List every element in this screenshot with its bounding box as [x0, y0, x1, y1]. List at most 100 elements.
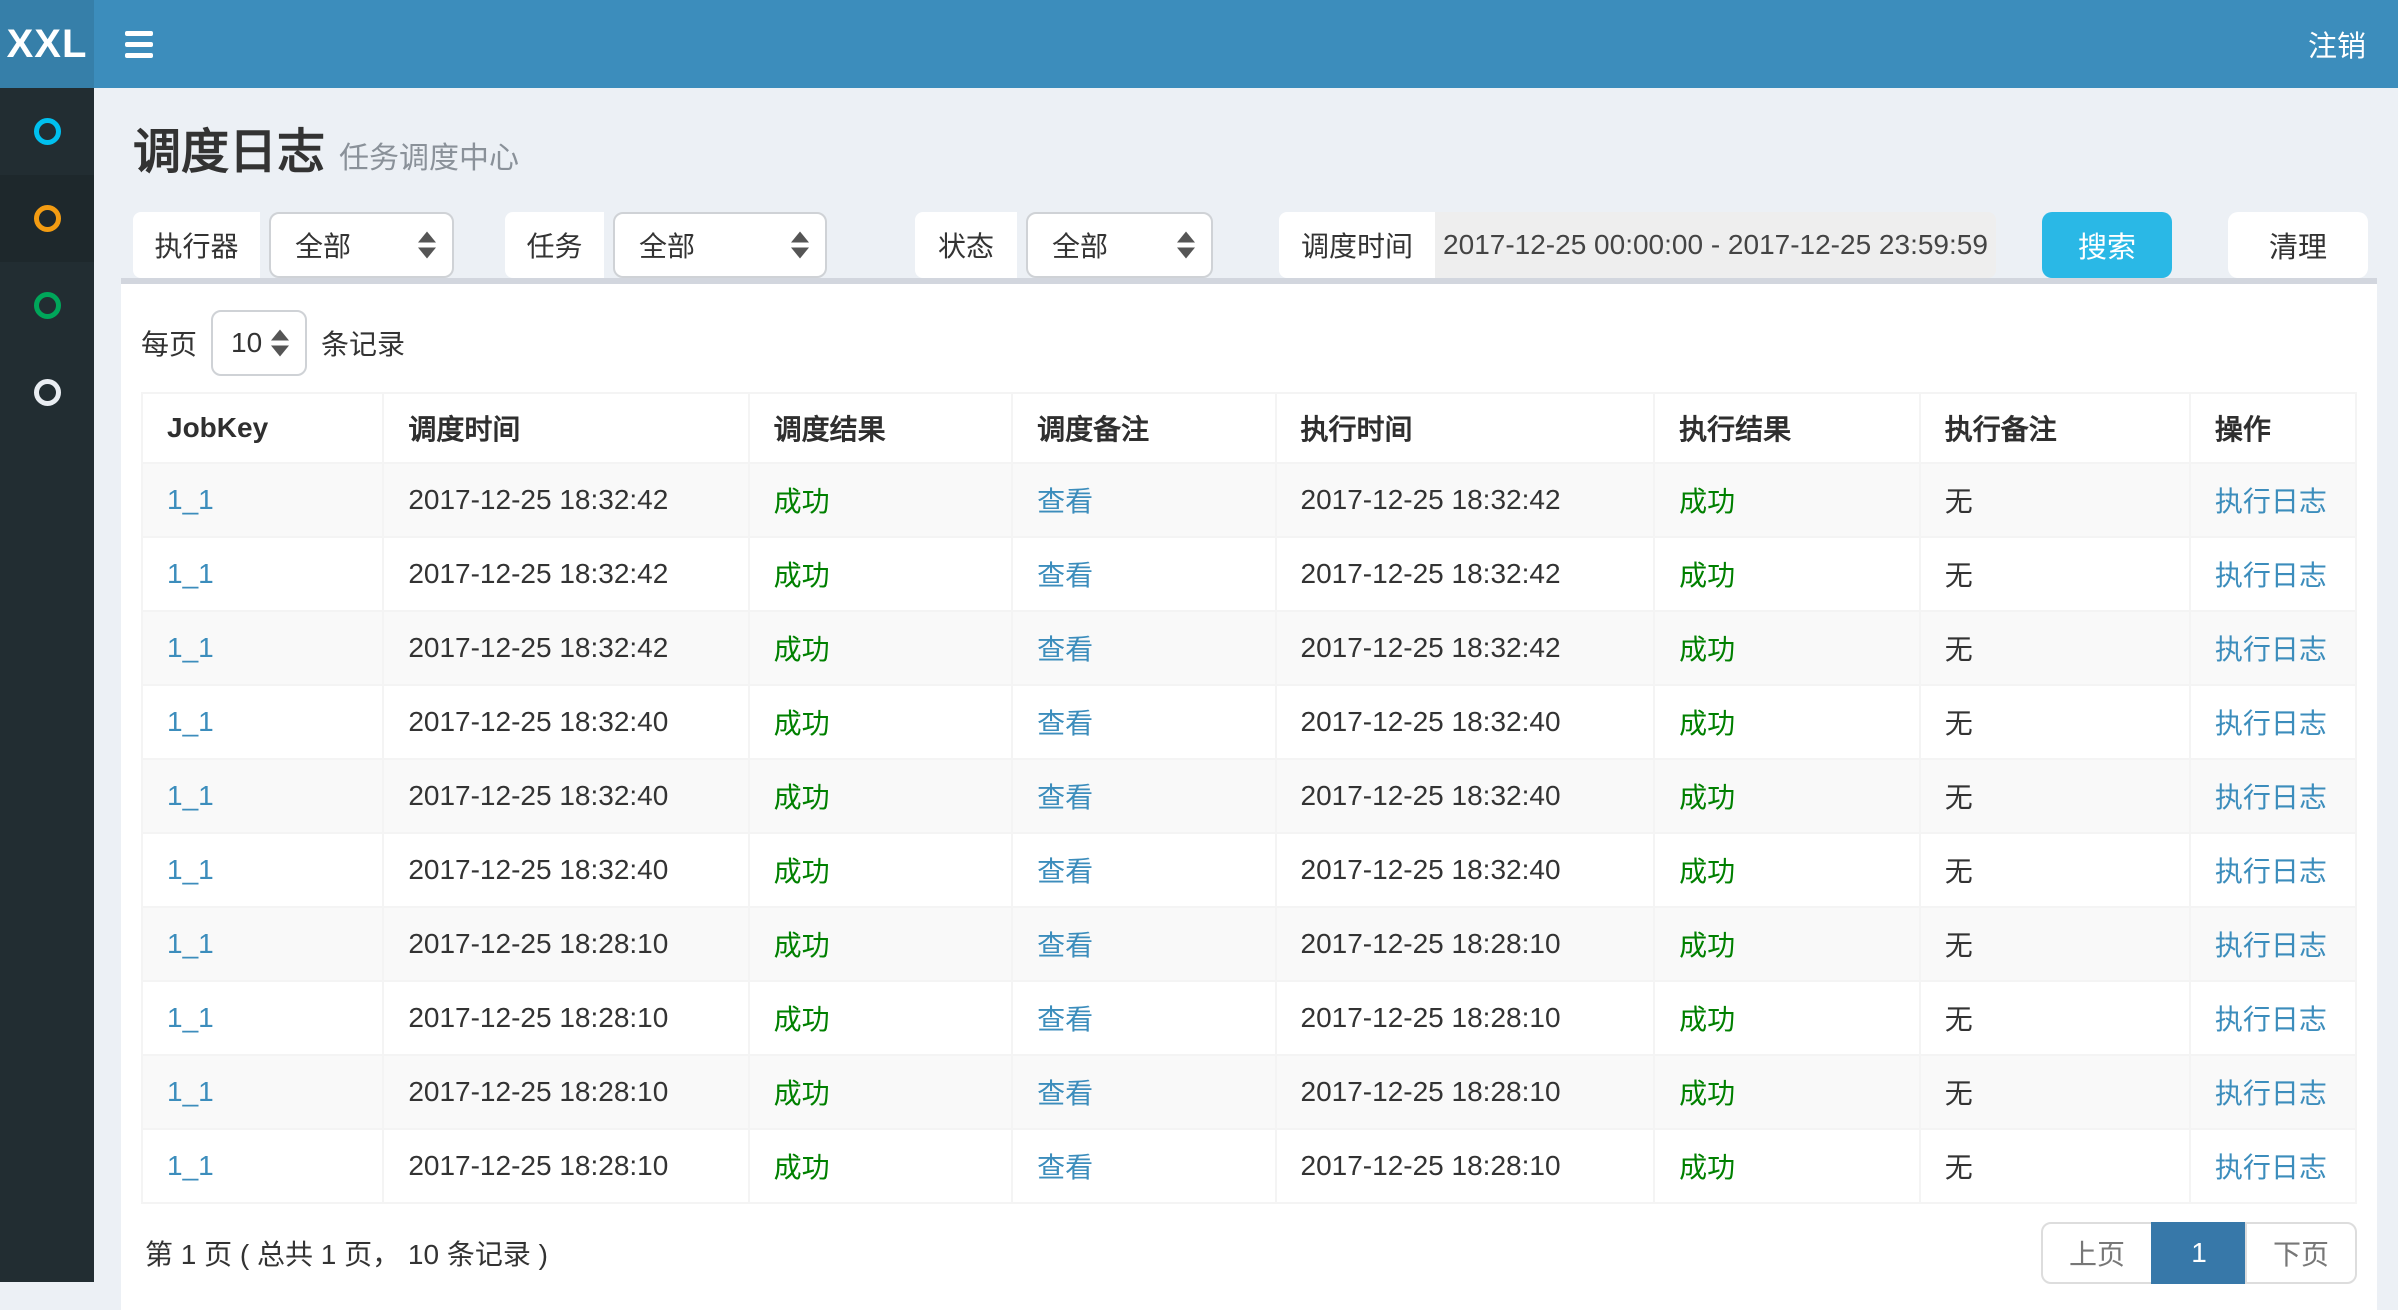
trigger-remark-view-link[interactable]: 查看	[1037, 486, 1093, 517]
jobkey-link[interactable]: 1_1	[167, 558, 214, 589]
execution-log-link[interactable]: 执行日志	[2215, 634, 2327, 665]
jobkey-link[interactable]: 1_1	[167, 1002, 214, 1033]
trigger-result-cell: 成功	[774, 782, 830, 813]
log-table-panel: 每页 10 条记录 JobKey调度时间调度结果调度备注执行时间执行结果执行备注…	[121, 278, 2377, 1310]
circle-icon	[34, 118, 61, 145]
execution-log-link[interactable]: 执行日志	[2215, 930, 2327, 961]
trigger-remark-view-link[interactable]: 查看	[1037, 856, 1093, 887]
executor-filter-label: 执行器	[133, 212, 260, 278]
handle-remark-cell: 无	[1945, 782, 1973, 813]
circle-icon	[34, 205, 61, 232]
sidebar-item-4[interactable]	[0, 349, 94, 436]
handle-result-cell: 成功	[1679, 1152, 1735, 1183]
execution-log-link[interactable]: 执行日志	[2215, 1152, 2327, 1183]
sidebar-item-1[interactable]	[0, 88, 94, 175]
page-size-prefix-label: 每页	[141, 323, 197, 363]
trigger-result-cell: 成功	[774, 1004, 830, 1035]
execution-log-link[interactable]: 执行日志	[2215, 486, 2327, 517]
pagination-summary: 第 1 页 ( 总共 1 页， 10 条记录 )	[141, 1233, 548, 1273]
select-arrows-icon	[418, 232, 436, 259]
select-arrows-icon	[271, 330, 289, 357]
jobkey-link[interactable]: 1_1	[167, 928, 214, 959]
sidebar-item-2[interactable]	[0, 175, 94, 262]
handle-result-cell: 成功	[1679, 560, 1735, 591]
current-page-button[interactable]: 1	[2151, 1222, 2247, 1284]
trigger-remark-view-link[interactable]: 查看	[1037, 634, 1093, 665]
handle-remark-cell: 无	[1945, 1004, 1973, 1035]
trigger-time-cell: 2017-12-25 18:32:42	[408, 558, 668, 589]
search-button[interactable]: 搜索	[2042, 212, 2172, 278]
execution-log-link[interactable]: 执行日志	[2215, 856, 2327, 887]
job-select[interactable]: 全部	[613, 212, 827, 278]
hamburger-icon	[125, 31, 153, 36]
sidebar	[0, 88, 94, 1282]
next-page-button[interactable]: 下页	[2245, 1222, 2357, 1284]
app-logo[interactable]: XXL	[0, 0, 94, 88]
table-row: 1_12017-12-25 18:32:40成功查看2017-12-25 18:…	[142, 833, 2356, 907]
handle-result-cell: 成功	[1679, 634, 1735, 665]
column-header-2: 调度时间	[383, 393, 748, 463]
handle-result-cell: 成功	[1679, 930, 1735, 961]
table-row: 1_12017-12-25 18:28:10成功查看2017-12-25 18:…	[142, 1055, 2356, 1129]
trigger-time-cell: 2017-12-25 18:32:40	[408, 706, 668, 737]
executor-select[interactable]: 全部	[269, 212, 454, 278]
table-row: 1_12017-12-25 18:32:40成功查看2017-12-25 18:…	[142, 685, 2356, 759]
jobkey-link[interactable]: 1_1	[167, 1076, 214, 1107]
jobkey-link[interactable]: 1_1	[167, 706, 214, 737]
execution-log-link[interactable]: 执行日志	[2215, 1078, 2327, 1109]
jobkey-link[interactable]: 1_1	[167, 1150, 214, 1181]
handle-time-cell: 2017-12-25 18:28:10	[1301, 1150, 1561, 1181]
jobkey-link[interactable]: 1_1	[167, 854, 214, 885]
table-footer: 第 1 页 ( 总共 1 页， 10 条记录 ) 上页 1 下页	[141, 1222, 2357, 1310]
trigger-time-cell: 2017-12-25 18:28:10	[408, 928, 668, 959]
trigger-result-cell: 成功	[774, 708, 830, 739]
column-header-7: 执行备注	[1920, 393, 2190, 463]
trigger-remark-view-link[interactable]: 查看	[1037, 930, 1093, 961]
handle-remark-cell: 无	[1945, 1152, 1973, 1183]
page-size-select[interactable]: 10	[211, 310, 307, 376]
trigger-time-cell: 2017-12-25 18:32:42	[408, 484, 668, 515]
table-row: 1_12017-12-25 18:28:10成功查看2017-12-25 18:…	[142, 1129, 2356, 1203]
prev-page-button[interactable]: 上页	[2041, 1222, 2153, 1284]
jobkey-link[interactable]: 1_1	[167, 632, 214, 663]
filter-toolbar: 执行器 全部 任务 全部 状态 全部 调度时间 2017-12-25 00:00…	[121, 212, 2377, 278]
execution-log-link[interactable]: 执行日志	[2215, 782, 2327, 813]
sidebar-toggle-button[interactable]	[94, 0, 184, 88]
handle-result-cell: 成功	[1679, 1004, 1735, 1035]
page-header: 调度日志 任务调度中心	[121, 88, 2377, 212]
handle-time-cell: 2017-12-25 18:28:10	[1301, 928, 1561, 959]
trigger-result-cell: 成功	[774, 930, 830, 961]
trigger-remark-view-link[interactable]: 查看	[1037, 1004, 1093, 1035]
status-filter-label: 状态	[915, 212, 1017, 278]
trigger-remark-view-link[interactable]: 查看	[1037, 782, 1093, 813]
trigger-result-cell: 成功	[774, 1152, 830, 1183]
executor-filter-group: 执行器 全部	[133, 212, 454, 278]
jobkey-link[interactable]: 1_1	[167, 780, 214, 811]
trigger-remark-view-link[interactable]: 查看	[1037, 560, 1093, 591]
trigger-result-cell: 成功	[774, 486, 830, 517]
table-row: 1_12017-12-25 18:32:40成功查看2017-12-25 18:…	[142, 759, 2356, 833]
execution-log-link[interactable]: 执行日志	[2215, 560, 2327, 591]
execution-log-link[interactable]: 执行日志	[2215, 708, 2327, 739]
trigger-remark-view-link[interactable]: 查看	[1037, 1152, 1093, 1183]
select-arrows-icon	[1177, 232, 1195, 259]
handle-result-cell: 成功	[1679, 782, 1735, 813]
handle-time-cell: 2017-12-25 18:28:10	[1301, 1002, 1561, 1033]
trigger-time-range-input[interactable]: 2017-12-25 00:00:00 - 2017-12-25 23:59:5…	[1435, 212, 1996, 278]
trigger-time-filter-label: 调度时间	[1279, 212, 1435, 278]
trigger-time-cell: 2017-12-25 18:28:10	[408, 1076, 668, 1107]
trigger-result-cell: 成功	[774, 1078, 830, 1109]
handle-result-cell: 成功	[1679, 486, 1735, 517]
logout-button[interactable]: 注销	[2276, 0, 2398, 88]
handle-time-cell: 2017-12-25 18:32:40	[1301, 780, 1561, 811]
trigger-remark-view-link[interactable]: 查看	[1037, 1078, 1093, 1109]
job-filter-label: 任务	[505, 212, 604, 278]
jobkey-link[interactable]: 1_1	[167, 484, 214, 515]
execution-log-link[interactable]: 执行日志	[2215, 1004, 2327, 1035]
status-select[interactable]: 全部	[1026, 212, 1213, 278]
clear-button[interactable]: 清理	[2228, 212, 2368, 278]
page-subtitle: 任务调度中心	[339, 133, 519, 177]
sidebar-item-3[interactable]	[0, 262, 94, 349]
trigger-remark-view-link[interactable]: 查看	[1037, 708, 1093, 739]
handle-remark-cell: 无	[1945, 930, 1973, 961]
